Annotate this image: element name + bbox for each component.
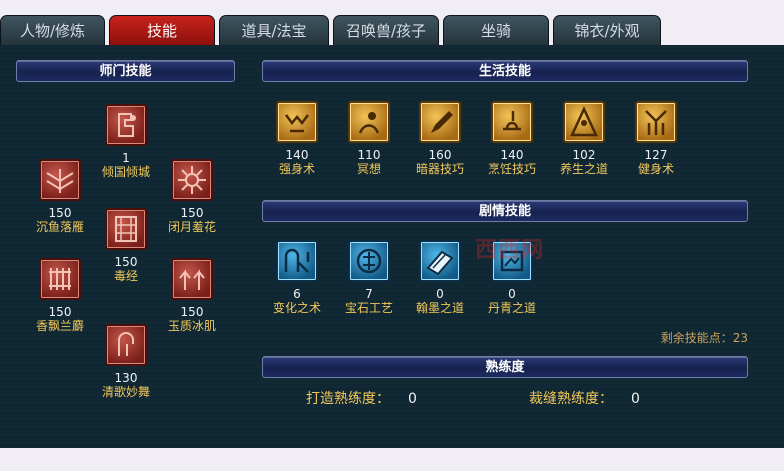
- fitness-icon: [635, 101, 677, 143]
- tab-items[interactable]: 道具/法宝: [219, 15, 329, 45]
- ink-book-icon: [419, 240, 461, 282]
- skill-level: 6: [293, 287, 301, 301]
- skill-name: 暗器技巧: [415, 162, 464, 176]
- gem-icon: [348, 240, 390, 282]
- tab-skills[interactable]: 技能: [109, 15, 215, 45]
- forge-proficiency-label: 打造熟练度：: [306, 391, 390, 407]
- skill-level: 110: [357, 148, 381, 162]
- watermark: 西西网: [475, 238, 545, 263]
- tab-bar: 人物/修炼 技能 道具/法宝 召唤兽/孩子 坐骑 锦衣/外观: [0, 0, 784, 45]
- skill-level: 150: [48, 206, 72, 220]
- arrows-up-icon: [171, 258, 213, 300]
- skill-name: 丹青之道: [487, 301, 536, 315]
- life-skill-qiangshenshu[interactable]: 140 强身术: [259, 101, 335, 177]
- story-skill-bianhuazhishu[interactable]: 6 变化之术: [259, 240, 335, 316]
- skill-level: 1: [122, 151, 130, 165]
- skill-name: 玉质冰肌: [167, 319, 216, 333]
- school-skill-qinggemiaowu[interactable]: 130 清歌妙舞: [88, 324, 164, 400]
- winged-emblem-icon: [39, 159, 81, 201]
- skill-level: 150: [180, 305, 204, 319]
- scroll-book-icon: [105, 208, 147, 250]
- tailor-proficiency-value: 0: [631, 391, 640, 407]
- skill-level: 150: [180, 206, 204, 220]
- skill-name: 健身术: [637, 162, 674, 176]
- forge-proficiency: 打造熟练度： 0: [306, 388, 417, 408]
- story-skills-header: 剧情技能: [262, 200, 748, 222]
- dancer-icon: [105, 324, 147, 366]
- life-skill-yangshengzhidao[interactable]: 102 养生之道: [546, 101, 622, 177]
- tab-appearance[interactable]: 锦衣/外观: [553, 15, 661, 45]
- skill-level: 127: [644, 148, 668, 162]
- life-skill-jianshenshu[interactable]: 127 健身术: [618, 101, 694, 177]
- school-skill-dujing[interactable]: 150 毒经: [88, 208, 164, 284]
- skill-name: 沉鱼落雁: [35, 220, 84, 234]
- school-skill-xiangpiaolanshe[interactable]: 150 香飘兰麝: [22, 258, 98, 334]
- skill-level: 130: [114, 371, 138, 385]
- transform-icon: [276, 240, 318, 282]
- skill-level: 140: [285, 148, 309, 162]
- skill-level: 0: [508, 287, 516, 301]
- skill-name: 宝石工艺: [344, 301, 393, 315]
- skill-level: 7: [365, 287, 373, 301]
- skill-level: 140: [500, 148, 524, 162]
- flower-emblem-icon: [171, 159, 213, 201]
- remaining-points-value: 23: [732, 331, 748, 345]
- seated-figure-icon: [105, 104, 147, 146]
- dart-icon: [419, 101, 461, 143]
- skill-name: 养生之道: [559, 162, 608, 176]
- strength-icon: [276, 101, 318, 143]
- tab-summons[interactable]: 召唤兽/孩子: [333, 15, 439, 45]
- school-skill-qingguoqingcheng[interactable]: 1 倾国倾城: [88, 104, 164, 180]
- school-skills-header: 师门技能: [16, 60, 235, 82]
- life-skill-pengrenjiqiao[interactable]: 140 烹饪技巧: [474, 101, 550, 177]
- skill-name: 闭月羞花: [167, 220, 216, 234]
- school-skill-chenyuluoyan[interactable]: 150 沉鱼落雁: [22, 159, 98, 235]
- skill-name: 强身术: [278, 162, 315, 176]
- skill-level: 102: [572, 148, 596, 162]
- skill-name: 烹饪技巧: [487, 162, 536, 176]
- remaining-points-label: 剩余技能点：: [660, 331, 733, 345]
- skill-name: 翰墨之道: [415, 301, 464, 315]
- skill-level: 150: [48, 305, 72, 319]
- skill-level: 150: [114, 255, 138, 269]
- skill-name: 清歌妙舞: [101, 385, 150, 399]
- tailor-proficiency-label: 裁缝熟练度：: [529, 391, 613, 407]
- skill-name: 香飘兰麝: [35, 319, 84, 333]
- remaining-skill-points: 剩余技能点：23: [661, 329, 748, 346]
- life-skills-header: 生活技能: [262, 60, 748, 82]
- forge-proficiency-value: 0: [408, 391, 417, 407]
- skill-name: 冥想: [356, 162, 381, 176]
- school-skill-yuzhibingji[interactable]: 150 玉质冰肌: [154, 258, 230, 334]
- health-icon: [563, 101, 605, 143]
- story-skill-hanmozhidao[interactable]: 0 翰墨之道: [402, 240, 478, 316]
- tab-mount[interactable]: 坐骑: [443, 15, 549, 45]
- story-skill-baoshigongyi[interactable]: 7 宝石工艺: [331, 240, 407, 316]
- bottom-strip: [0, 448, 784, 471]
- skill-name: 倾国倾城: [101, 165, 150, 179]
- school-skill-biyuexiuhua[interactable]: 150 闭月羞花: [154, 159, 230, 235]
- cooking-icon: [491, 101, 533, 143]
- life-skill-mingxiang[interactable]: 110 冥想: [331, 101, 407, 177]
- skill-level: 160: [428, 148, 452, 162]
- proficiency-header: 熟练度: [262, 356, 748, 378]
- tailor-proficiency: 裁缝熟练度： 0: [529, 388, 640, 408]
- life-skill-anqijiqiao[interactable]: 160 暗器技巧: [402, 101, 478, 177]
- skill-level: 0: [436, 287, 444, 301]
- tab-character[interactable]: 人物/修炼: [0, 15, 105, 45]
- meditation-icon: [348, 101, 390, 143]
- censer-icon: [39, 258, 81, 300]
- skill-name: 毒经: [113, 269, 138, 283]
- skill-name: 变化之术: [272, 301, 321, 315]
